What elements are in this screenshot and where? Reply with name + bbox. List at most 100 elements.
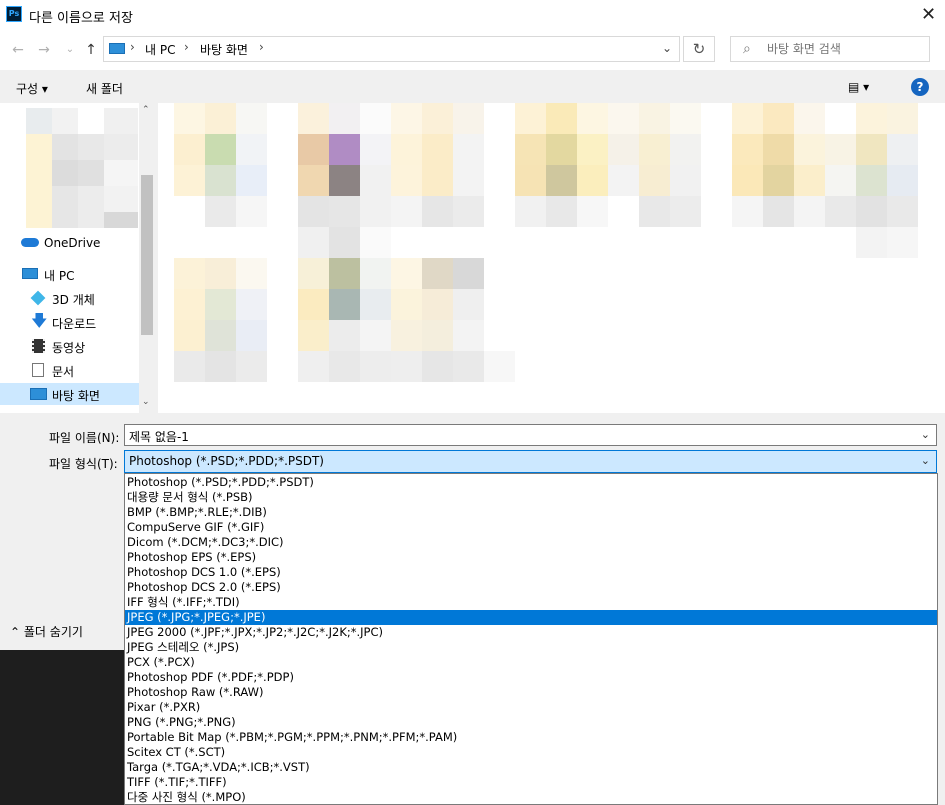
filetype-option[interactable]: 다중 사진 형식 (*.MPO) [125, 790, 937, 805]
filetype-option[interactable]: BMP (*.BMP;*.RLE;*.DIB) [125, 505, 937, 520]
cube-icon [30, 290, 46, 306]
file-item[interactable] [174, 103, 274, 228]
pc-icon [22, 268, 38, 279]
filename-input[interactable]: 제목 없음-1 [129, 428, 189, 445]
search-input[interactable] [767, 37, 922, 61]
sidebar-item-label: 문서 [52, 365, 75, 379]
search-icon: ⌕ [743, 41, 751, 57]
dialog-edge [938, 470, 945, 805]
video-icon [32, 339, 45, 353]
chevron-down-icon[interactable]: ⌄ [921, 428, 930, 441]
filename-combobox[interactable]: 제목 없음-1 ⌄ [124, 424, 937, 446]
file-item[interactable] [174, 258, 274, 383]
filetype-option[interactable]: Photoshop PDF (*.PDF;*.PDP) [125, 670, 937, 685]
filetype-option[interactable]: TIFF (*.TIF;*.TIFF) [125, 775, 937, 790]
document-icon [32, 363, 44, 377]
sidebar-item-documents[interactable]: 문서 [0, 359, 139, 381]
back-button[interactable]: ← [8, 40, 28, 60]
back-arrow-icon: ← [12, 42, 24, 58]
breadcrumb-separator-icon: › [130, 40, 135, 54]
sidebar-item-label: 3D 개체 [52, 293, 95, 307]
filetype-dropdown-list[interactable]: Photoshop (*.PSD;*.PDD;*.PSDT) 대용량 문서 형식 … [124, 473, 938, 805]
filetype-label: 파일 형식(T): [49, 457, 118, 471]
filetype-option[interactable]: Portable Bit Map (*.PBM;*.PGM;*.PPM;*.PN… [125, 730, 937, 745]
chevron-down-icon: ⌄ [65, 44, 75, 55]
filetype-selected-value: Photoshop (*.PSD;*.PDD;*.PSDT) [129, 454, 324, 468]
hide-folders-label: 폴더 숨기기 [23, 625, 83, 639]
title-bar: Ps 다른 이름으로 저장 ✕ [0, 0, 945, 30]
command-toolbar: 구성 ▾ 새 폴더 ▤ ▾ ? [0, 72, 945, 102]
sidebar-item-this-pc[interactable]: 내 PC [0, 263, 139, 285]
file-list[interactable] [158, 103, 945, 413]
address-dropdown-icon[interactable]: ⌄ [662, 41, 672, 55]
photoshop-app-icon: Ps [6, 6, 22, 22]
filetype-option[interactable]: Photoshop (*.PSD;*.PDD;*.PSDT) [125, 475, 937, 490]
breadcrumb-this-pc[interactable]: 내 PC [145, 41, 175, 58]
filetype-option[interactable]: Dicom (*.DCM;*.DC3;*.DIC) [125, 535, 937, 550]
file-item[interactable] [298, 258, 518, 383]
filetype-option[interactable]: Photoshop EPS (*.EPS) [125, 550, 937, 565]
breadcrumb-desktop[interactable]: 바탕 화면 [200, 41, 248, 58]
cloud-icon [21, 238, 39, 247]
sidebar-item-onedrive[interactable]: OneDrive [0, 232, 139, 254]
filetype-option[interactable]: Photoshop DCS 2.0 (*.EPS) [125, 580, 937, 595]
scroll-down-icon[interactable]: ⌄ [142, 397, 150, 407]
chevron-down-icon[interactable]: ⌄ [921, 454, 930, 467]
filetype-option[interactable]: Photoshop Raw (*.RAW) [125, 685, 937, 700]
filetype-option[interactable]: PCX (*.PCX) [125, 655, 937, 670]
forward-arrow-icon: → [38, 42, 50, 58]
scrollbar-thumb[interactable] [141, 175, 153, 335]
refresh-icon: ↻ [692, 40, 706, 58]
filetype-option[interactable]: CompuServe GIF (*.GIF) [125, 520, 937, 535]
filetype-option[interactable]: Photoshop DCS 1.0 (*.EPS) [125, 565, 937, 580]
chevron-up-icon: ⌃ [10, 625, 21, 639]
sidebar-item-label: 바탕 화면 [52, 389, 100, 403]
search-box[interactable]: ⌕ [730, 36, 930, 62]
sidebar-item-label: 다운로드 [52, 317, 97, 331]
navigation-bar: ← → ⌄ ↑ › 내 PC › 바탕 화면 › ⌄ ↻ ⌕ [0, 30, 945, 70]
file-item[interactable] [732, 103, 922, 263]
pc-icon [109, 43, 125, 54]
forward-button[interactable]: → [34, 40, 54, 60]
filetype-option[interactable]: IFF 형식 (*.IFF;*.TDI) [125, 595, 937, 610]
address-bar[interactable]: › 내 PC › 바탕 화면 › ⌄ [103, 36, 680, 62]
up-arrow-icon: ↑ [85, 42, 97, 58]
close-button[interactable]: ✕ [912, 0, 945, 30]
breadcrumb-separator-icon: › [184, 40, 189, 54]
filetype-option[interactable]: PNG (*.PNG;*.PNG) [125, 715, 937, 730]
navigation-pane: OneDrive 내 PC 3D 개체 🡇 다운로드 동영상 문서 바탕 화면 … [0, 103, 155, 413]
sidebar-item-desktop[interactable]: 바탕 화면 [0, 383, 139, 405]
up-button[interactable]: ↑ [81, 40, 101, 60]
scroll-up-icon[interactable]: ⌃ [142, 105, 150, 115]
close-icon: ✕ [920, 4, 937, 25]
file-item[interactable] [298, 103, 508, 263]
sidebar-item-videos[interactable]: 동영상 [0, 335, 139, 357]
filetype-option[interactable]: JPEG 스테레오 (*.JPS) [125, 640, 937, 655]
filetype-select[interactable]: Photoshop (*.PSD;*.PDD;*.PSDT) ⌄ [124, 450, 937, 473]
recent-locations-button[interactable]: ⌄ [60, 40, 80, 60]
sidebar-item-label: 동영상 [52, 341, 86, 355]
download-icon: 🡇 [31, 311, 48, 330]
desktop-icon [30, 388, 47, 400]
filetype-option[interactable]: JPEG 2000 (*.JPF;*.JPX;*.JP2;*.J2C;*.J2K… [125, 625, 937, 640]
sidebar-item-label: 내 PC [44, 269, 75, 283]
filetype-option[interactable]: Scitex CT (*.SCT) [125, 745, 937, 760]
organize-menu-button[interactable]: 구성 ▾ [16, 80, 48, 97]
file-item[interactable] [515, 103, 705, 228]
refresh-button[interactable]: ↻ [683, 36, 715, 62]
filetype-option[interactable]: Targa (*.TGA;*.VDA;*.ICB;*.VST) [125, 760, 937, 775]
help-button[interactable]: ? [911, 78, 929, 96]
view-options-button[interactable]: ▤ ▾ [848, 80, 869, 94]
new-folder-button[interactable]: 새 폴더 [86, 80, 123, 97]
filetype-option[interactable]: Pixar (*.PXR) [125, 700, 937, 715]
sidebar-item-3d-objects[interactable]: 3D 개체 [0, 287, 139, 309]
breadcrumb-separator-icon: › [259, 40, 264, 54]
navigation-scrollbar[interactable]: ⌃ ⌄ [139, 103, 155, 413]
filetype-option[interactable]: 대용량 문서 형식 (*.PSB) [125, 490, 937, 505]
hide-folders-button[interactable]: ⌃ 폴더 숨기기 [10, 623, 83, 640]
blurred-quick-access [26, 108, 138, 228]
sidebar-item-label: OneDrive [44, 236, 101, 250]
filename-label: 파일 이름(N): [49, 431, 120, 445]
sidebar-item-downloads[interactable]: 🡇 다운로드 [0, 311, 139, 333]
filetype-option[interactable]: JPEG (*.JPG;*.JPEG;*.JPE) [125, 610, 937, 625]
